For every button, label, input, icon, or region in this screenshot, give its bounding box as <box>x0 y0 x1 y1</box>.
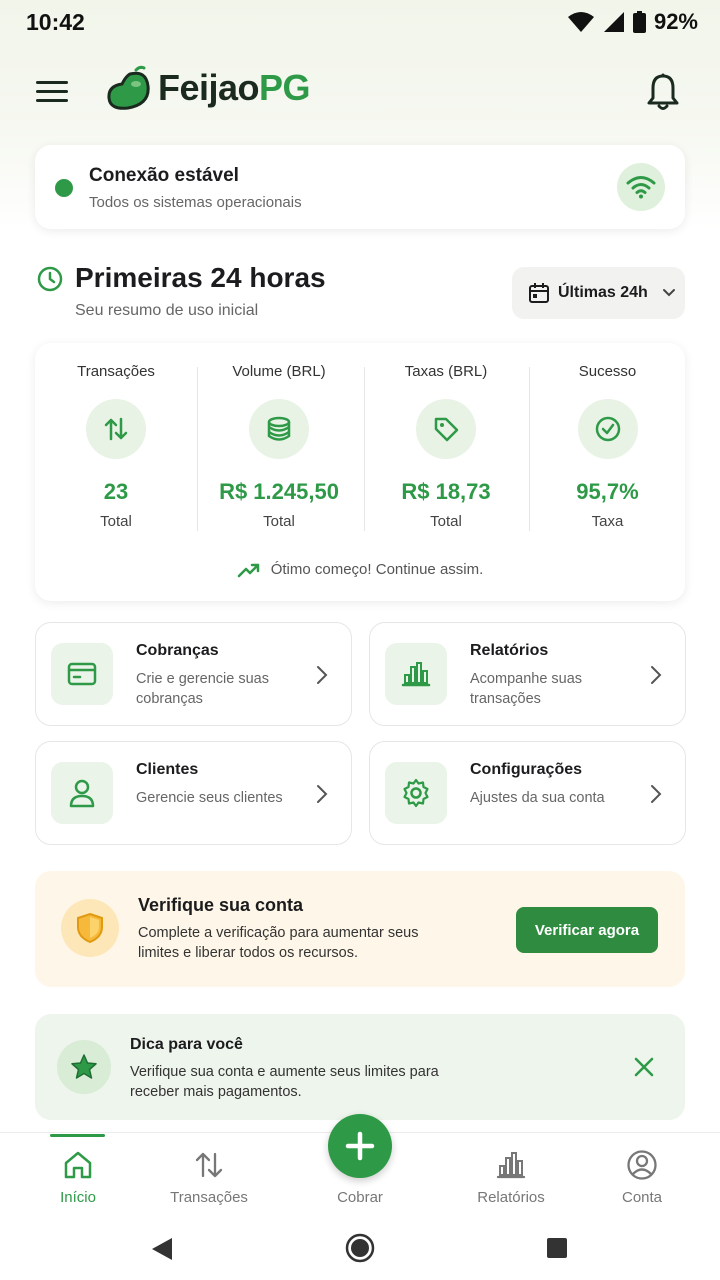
chevron-right-icon <box>651 666 662 684</box>
plus-icon <box>345 1131 375 1161</box>
stat-label: Transações <box>77 363 155 380</box>
user-circle-icon <box>627 1150 657 1180</box>
arrows-updown-icon <box>86 399 146 459</box>
action-desc: Crie e gerencie suas cobranças <box>136 671 269 707</box>
wifi-status-icon <box>567 12 594 32</box>
stat-label: Taxas (BRL) <box>404 363 488 380</box>
verify-title: Verifique sua conta <box>138 895 304 915</box>
clock-icon <box>37 266 63 292</box>
gear-icon <box>385 762 447 824</box>
tip-desc: Verifique sua conta e aumente seus limit… <box>130 1064 439 1100</box>
nav-reports[interactable]: Relatórios <box>456 1133 566 1221</box>
action-title: Cobranças <box>136 642 219 659</box>
stat-caption: Taxa <box>591 513 624 530</box>
connection-status-card: Conexão estável Todos os sistemas operac… <box>35 145 685 229</box>
stat-caption: Total <box>100 513 132 530</box>
star-icon <box>57 1040 111 1094</box>
stats-footer-text: Ótimo começo! Continue assim. <box>270 561 484 578</box>
stat-fees: Taxas (BRL) R$ 18,73 Total <box>365 343 527 543</box>
tag-icon <box>416 399 476 459</box>
stat-value: R$ 1.245,50 <box>219 479 339 504</box>
stat-value: 95,7% <box>576 479 639 504</box>
logo-text-pg: PG <box>259 67 311 108</box>
charge-fab-button[interactable] <box>328 1114 392 1178</box>
status-dot <box>55 179 73 197</box>
nav-label: Conta <box>621 1189 663 1206</box>
status-time: 10:42 <box>26 9 85 35</box>
active-tab-indicator <box>50 1134 105 1137</box>
chevron-right-icon <box>651 785 662 803</box>
action-title: Clientes <box>136 761 199 778</box>
logo-text-feijao: Feijao <box>158 67 260 108</box>
stats-card: Transações 23 Total Volume (BRL) R$ 1.24… <box>35 343 685 601</box>
action-card-reports[interactable]: Relatórios Acompanhe suas transações <box>369 622 686 726</box>
bell-icon[interactable] <box>644 72 682 112</box>
shield-icon <box>61 899 119 957</box>
home-icon <box>64 1151 92 1179</box>
section-subtitle: Seu resumo de uso inicial <box>75 302 259 319</box>
action-desc: Ajustes da sua conta <box>470 790 605 806</box>
stats-footer: Ótimo começo! Continue assim. <box>35 561 685 578</box>
status-icons: 92% <box>567 9 698 35</box>
nav-label: Relatórios <box>477 1189 545 1206</box>
verify-desc: Complete a verificação para aumentar seu… <box>138 925 419 961</box>
chevron-right-icon <box>317 785 328 803</box>
time-range-dropdown[interactable]: Últimas 24h <box>512 267 685 319</box>
tip-card: Dica para você Verifique sua conta e aum… <box>35 1014 685 1120</box>
arrows-updown-icon <box>195 1152 223 1178</box>
stat-label: Sucesso <box>578 363 637 380</box>
calendar-icon <box>529 283 549 303</box>
menu-icon[interactable] <box>36 78 70 106</box>
nav-label-charge: Cobrar <box>337 1189 383 1206</box>
nav-account[interactable]: Conta <box>587 1133 697 1221</box>
stat-caption: Total <box>263 513 295 530</box>
stat-success: Sucesso 95,7% Taxa <box>530 343 685 543</box>
action-card-clients[interactable]: Clientes Gerencie seus clientes <box>35 741 352 845</box>
bean-logo-icon <box>107 65 150 110</box>
chevron-down-icon <box>662 289 675 297</box>
coins-icon <box>249 399 309 459</box>
action-title: Relatórios <box>470 642 549 659</box>
recents-icon[interactable] <box>546 1237 568 1259</box>
action-title: Configurações <box>470 761 583 778</box>
verify-account-card: Verifique sua conta Complete a verificaç… <box>35 871 685 987</box>
stat-value: R$ 18,73 <box>401 479 491 504</box>
stat-transactions: Transações 23 Total <box>35 343 197 543</box>
system-navigation-bar <box>0 1220 720 1280</box>
battery-percent: 92% <box>653 9 698 34</box>
time-range-label: Últimas 24h <box>558 284 648 301</box>
bar-chart-icon <box>385 643 447 705</box>
stat-volume: Volume (BRL) R$ 1.245,50 Total <box>198 343 360 543</box>
stat-label: Volume (BRL) <box>232 363 326 380</box>
bar-chart-icon <box>496 1152 526 1179</box>
verify-now-button[interactable]: Verificar agora <box>516 907 658 953</box>
nav-transactions[interactable]: Transações <box>154 1133 264 1221</box>
user-icon <box>51 762 113 824</box>
connection-subtitle: Todos os sistemas operacionais <box>89 194 302 211</box>
action-card-settings[interactable]: Configurações Ajustes da sua conta <box>369 741 686 845</box>
section-title: Primeiras 24 horas <box>75 262 326 293</box>
back-icon[interactable] <box>150 1236 174 1262</box>
wifi-icon <box>617 163 665 211</box>
app-logo: FeijaoPG <box>106 64 311 112</box>
nav-label: Início <box>60 1189 96 1206</box>
close-icon[interactable] <box>633 1056 655 1078</box>
signal-icon <box>603 12 624 32</box>
battery-icon <box>632 11 646 33</box>
stat-value: 23 <box>103 479 129 504</box>
connection-title: Conexão estável <box>89 165 239 186</box>
action-desc: Gerencie seus clientes <box>136 790 283 806</box>
action-desc: Acompanhe suas transações <box>470 671 583 707</box>
chevron-right-icon <box>317 666 328 684</box>
home-circle-icon[interactable] <box>344 1232 376 1264</box>
status-bar: 10:42 92% <box>0 0 720 44</box>
trending-up-icon <box>237 563 259 577</box>
action-card-charges[interactable]: Cobranças Crie e gerencie suas cobranças <box>35 622 352 726</box>
check-circle-icon <box>577 399 638 459</box>
nav-label: Transações <box>170 1189 248 1206</box>
stat-caption: Total <box>430 513 462 530</box>
nav-home[interactable]: Início <box>23 1133 133 1221</box>
credit-card-icon <box>51 643 113 705</box>
tip-title: Dica para você <box>130 1036 243 1053</box>
